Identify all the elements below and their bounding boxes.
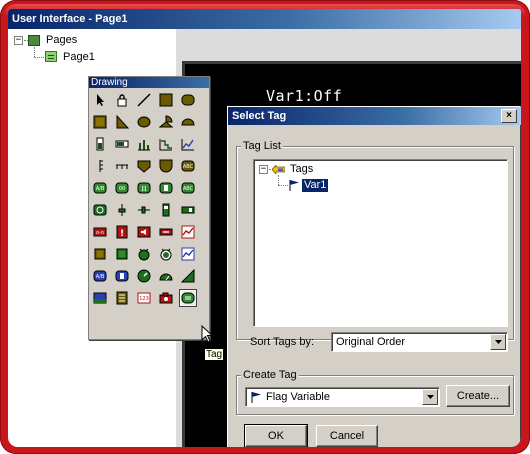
- text-display-tool-icon[interactable]: ABC: [179, 179, 197, 197]
- chevron-down-icon[interactable]: [490, 334, 506, 350]
- chevron-down-icon[interactable]: [422, 389, 438, 405]
- svg-text:π: π: [141, 184, 146, 193]
- create-button[interactable]: Create...: [446, 385, 510, 407]
- svg-text:A/B: A/B: [96, 274, 105, 280]
- round-indicator-tool-icon[interactable]: [135, 245, 153, 263]
- ab-display-tool-icon[interactable]: A/B: [91, 179, 109, 197]
- number-field-tool-icon[interactable]: 123: [135, 289, 153, 307]
- camera-tool-icon[interactable]: [157, 289, 175, 307]
- minus-button-tool-icon[interactable]: [157, 223, 175, 241]
- trend-chart-tool-icon[interactable]: [179, 135, 197, 153]
- drawing-palette: Drawing ABC A/B 00 π ABC o-n ! A/B 123: [88, 76, 210, 340]
- tree-item-page1[interactable]: Page1: [63, 51, 95, 64]
- sort-order-select[interactable]: Original Order: [331, 332, 508, 352]
- step-chart-tool-icon[interactable]: [157, 135, 175, 153]
- line-tool-icon[interactable]: [135, 91, 153, 109]
- indicator-tool-icon[interactable]: [91, 245, 109, 263]
- vertical-slider-tool-icon[interactable]: [113, 201, 131, 219]
- select-tag-dialog: Select Tag × Tag List − Tags Var1 Sort T…: [227, 106, 521, 447]
- text-badge-tool-icon[interactable]: ABC: [179, 157, 197, 175]
- collapse-icon[interactable]: −: [259, 165, 268, 174]
- alarm-chart-tool-icon[interactable]: [179, 223, 197, 241]
- chart-tool-icon[interactable]: [179, 245, 197, 263]
- scale-tool-icon[interactable]: [91, 157, 109, 175]
- tag-tool-icon[interactable]: [179, 289, 197, 307]
- tree-item-tags[interactable]: Tags: [290, 163, 313, 176]
- tag-type-value: Flag Variable: [266, 391, 330, 403]
- rectangle-tool-icon[interactable]: [157, 91, 175, 109]
- half-gauge-tool-icon[interactable]: [157, 267, 175, 285]
- quarter-gauge-tool-icon[interactable]: [179, 267, 197, 285]
- 3d-frame-tool-icon[interactable]: [91, 113, 109, 131]
- document-tool-icon[interactable]: [113, 289, 131, 307]
- svg-text:ABC: ABC: [183, 186, 194, 192]
- pentagon-tool-icon[interactable]: [135, 157, 153, 175]
- svg-text:123: 123: [139, 296, 149, 302]
- horizontal-bar-input-tool-icon[interactable]: [179, 201, 197, 219]
- dialog-title: Select Tag: [232, 110, 287, 122]
- svg-text:00: 00: [119, 186, 125, 192]
- key-input-tool-icon[interactable]: o-n: [91, 223, 109, 241]
- column-chart-tool-icon[interactable]: [135, 135, 153, 153]
- tag-tooltip: Tag: [204, 348, 224, 361]
- arc-tool-icon[interactable]: [179, 113, 197, 131]
- close-icon[interactable]: ×: [501, 109, 517, 123]
- tag-type-select[interactable]: Flag Variable: [245, 387, 440, 407]
- round-indicator-alt-tool-icon[interactable]: [157, 245, 175, 263]
- gauge-tool-icon[interactable]: [135, 267, 153, 285]
- pages-folder-icon: [28, 35, 40, 46]
- flag-icon: [251, 392, 261, 403]
- shield-tool-icon[interactable]: [157, 157, 175, 175]
- lock-tool-icon[interactable]: [113, 91, 131, 109]
- sort-order-value: Original Order: [336, 336, 406, 348]
- flag-icon: [289, 180, 299, 191]
- triangle-tool-icon[interactable]: [113, 113, 131, 131]
- cancel-button[interactable]: Cancel: [316, 425, 378, 447]
- application-window: User Interface - Page1 − Pages Page1 Var…: [8, 9, 521, 447]
- numeric-display-tool-icon[interactable]: 00: [113, 179, 131, 197]
- svg-text:A/B: A/B: [96, 186, 105, 192]
- collapse-icon[interactable]: −: [14, 36, 23, 45]
- vertical-bar-input-tool-icon[interactable]: [157, 201, 175, 219]
- sound-tool-icon[interactable]: [135, 223, 153, 241]
- mouse-cursor-icon: [201, 325, 213, 343]
- sort-tags-label: Sort Tags by:: [250, 336, 314, 348]
- pie-tool-icon[interactable]: [157, 113, 175, 131]
- canvas-tag-text[interactable]: Var1:Off: [266, 87, 342, 105]
- tag-tree[interactable]: − Tags Var1: [253, 159, 508, 327]
- window-titlebar[interactable]: User Interface - Page1: [8, 9, 521, 29]
- bar-graph-tool-icon[interactable]: [91, 135, 109, 153]
- page-icon: [45, 51, 57, 62]
- clock-tool-icon[interactable]: [91, 201, 109, 219]
- picture-tool-icon[interactable]: [91, 289, 109, 307]
- create-tag-legend: Create Tag: [241, 369, 299, 381]
- value-input-tool-icon[interactable]: [113, 267, 131, 285]
- pointer-tool-icon[interactable]: [91, 91, 109, 109]
- dialog-titlebar[interactable]: Select Tag: [228, 107, 521, 125]
- rounded-rectangle-tool-icon[interactable]: [179, 91, 197, 109]
- tag-list-legend: Tag List: [241, 140, 283, 152]
- alarm-tool-icon[interactable]: !: [113, 223, 131, 241]
- ok-button[interactable]: OK: [244, 424, 308, 447]
- ab-input-tool-icon[interactable]: A/B: [91, 267, 109, 285]
- svg-text:ABC: ABC: [183, 164, 194, 170]
- svg-text:!: !: [120, 229, 124, 239]
- horizontal-slider-tool-icon[interactable]: [135, 201, 153, 219]
- ellipse-tool-icon[interactable]: [135, 113, 153, 131]
- window-title: User Interface - Page1: [12, 13, 128, 25]
- horizontal-scale-tool-icon[interactable]: [113, 157, 131, 175]
- palette-title[interactable]: Drawing: [89, 77, 209, 88]
- tree-item-pages[interactable]: Pages: [46, 34, 77, 47]
- svg-text:o-n: o-n: [96, 230, 104, 236]
- formula-display-tool-icon[interactable]: π: [135, 179, 153, 197]
- horizontal-bar-tool-icon[interactable]: [113, 135, 131, 153]
- tags-folder-icon: [272, 165, 285, 174]
- bar-display-tool-icon[interactable]: [157, 179, 175, 197]
- lamp-tool-icon[interactable]: [113, 245, 131, 263]
- tree-item-var1[interactable]: Var1: [300, 178, 330, 193]
